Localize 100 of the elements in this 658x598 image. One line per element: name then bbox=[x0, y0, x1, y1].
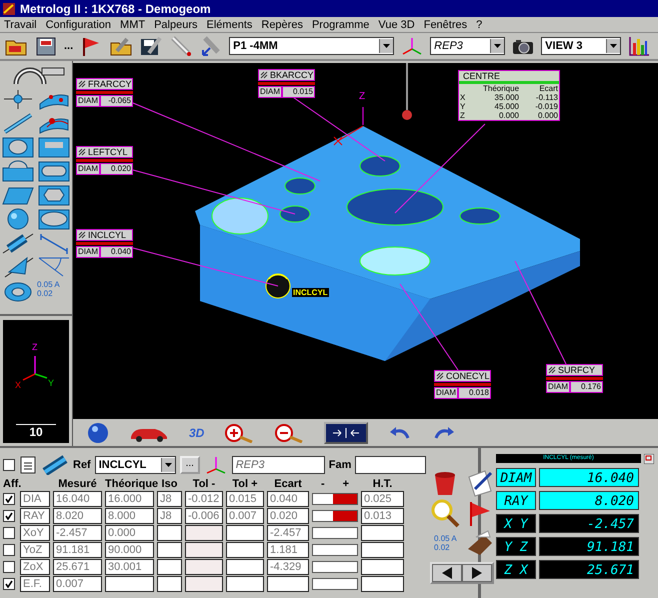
point-icon[interactable] bbox=[1, 88, 35, 111]
next-button[interactable] bbox=[462, 564, 492, 582]
checkbox[interactable] bbox=[3, 544, 15, 556]
feature-label: INCLCYL bbox=[292, 288, 329, 297]
menu-item[interactable]: Programme bbox=[312, 18, 370, 30]
checkbox[interactable] bbox=[3, 459, 15, 471]
table-cell: 0.013 bbox=[361, 508, 404, 524]
table-cell bbox=[267, 576, 309, 592]
zoom-out-icon[interactable] bbox=[274, 422, 304, 442]
readout-label[interactable]: X Y bbox=[496, 514, 536, 533]
menu-item[interactable]: ? bbox=[476, 18, 482, 30]
axis-line bbox=[362, 106, 364, 126]
checkbox[interactable] bbox=[3, 578, 15, 590]
column-header: Aff. bbox=[3, 478, 22, 490]
column-header: Ecart bbox=[273, 478, 303, 490]
checkbox[interactable] bbox=[3, 527, 15, 539]
table-cell: 8.000 bbox=[105, 508, 154, 524]
readout-label[interactable]: Y Z bbox=[496, 537, 536, 556]
tolerance-text: 0.05 A bbox=[37, 280, 61, 289]
table-cell-text: -0.019 bbox=[534, 102, 559, 111]
menu-item[interactable]: Travail bbox=[4, 18, 37, 30]
frame-field[interactable]: REP3 bbox=[232, 456, 325, 474]
arc-icon[interactable] bbox=[1, 160, 35, 183]
axis-label: Z bbox=[459, 111, 466, 120]
link-icon bbox=[78, 80, 86, 88]
document-icon[interactable] bbox=[19, 455, 37, 475]
panel-title: CENTRE bbox=[459, 71, 559, 84]
probe-dropdown[interactable]: P1 -4MM bbox=[229, 37, 394, 55]
parameter-label: DIAM bbox=[546, 381, 570, 393]
frame-dropdown[interactable]: REP3 bbox=[430, 37, 506, 55]
fam-field[interactable] bbox=[355, 456, 426, 474]
cylinder-icon bbox=[41, 455, 69, 475]
table-cell bbox=[361, 542, 404, 558]
tolerance-text: 0.02 bbox=[434, 543, 451, 552]
menu-item[interactable]: Repères bbox=[261, 18, 303, 30]
column-header: Iso bbox=[160, 478, 178, 490]
cylinder-icon[interactable] bbox=[1, 232, 35, 255]
parameter-value: 0.176 bbox=[570, 381, 603, 393]
axis-label: X bbox=[459, 93, 466, 102]
feature-name: CONECYL bbox=[446, 371, 490, 381]
fam-label: Fam bbox=[328, 459, 352, 471]
table-cell: 91.181 bbox=[53, 542, 102, 558]
line-icon[interactable] bbox=[1, 112, 35, 135]
table-cell bbox=[361, 559, 404, 575]
previous-button[interactable] bbox=[432, 564, 462, 582]
table-cell bbox=[226, 542, 264, 558]
axis-label: Z bbox=[32, 342, 38, 352]
menu-item[interactable]: Palpeurs bbox=[154, 18, 198, 30]
parameter-label: DIAM bbox=[434, 387, 458, 399]
parameter-label: DIAM bbox=[76, 95, 100, 107]
magnifier-icon[interactable] bbox=[430, 498, 460, 528]
probe-icon[interactable] bbox=[169, 35, 194, 57]
readout-label[interactable]: DIAM bbox=[496, 468, 536, 487]
table-cell: 90.000 bbox=[105, 542, 154, 558]
zoom-in-icon[interactable] bbox=[224, 422, 254, 442]
fit-view-button[interactable] bbox=[324, 422, 368, 444]
axis-label: Y bbox=[48, 378, 54, 388]
window-icon[interactable] bbox=[644, 454, 654, 464]
table-cell-text: 35.000 bbox=[494, 93, 520, 102]
menu-item[interactable]: Configuration bbox=[46, 18, 112, 30]
checkbox[interactable] bbox=[3, 561, 15, 573]
checkmark-icon bbox=[5, 495, 13, 503]
link-icon bbox=[78, 231, 86, 239]
slot-icon[interactable] bbox=[37, 136, 71, 159]
readout-value: 8.020 bbox=[539, 491, 639, 510]
folder-icon[interactable] bbox=[109, 35, 134, 57]
table-cell bbox=[185, 576, 223, 592]
readout-label[interactable]: RAY bbox=[496, 491, 536, 510]
checkbox[interactable] bbox=[3, 510, 15, 522]
more-button[interactable]: ... bbox=[64, 40, 74, 52]
menu-item[interactable]: Fenêtres bbox=[424, 18, 468, 30]
table-cell bbox=[226, 525, 264, 541]
left-arrow-icon bbox=[442, 567, 452, 579]
bar-chart-icon[interactable] bbox=[627, 35, 652, 57]
checkbox[interactable] bbox=[3, 493, 15, 505]
link-icon bbox=[260, 71, 268, 79]
menu-item[interactable]: Vue 3D bbox=[378, 18, 415, 30]
menu-item[interactable]: MMT bbox=[120, 18, 146, 30]
angle-icon[interactable] bbox=[37, 256, 71, 279]
link-icon bbox=[78, 148, 86, 156]
axis-label: Z bbox=[359, 91, 366, 102]
more-button[interactable]: ... bbox=[180, 456, 200, 474]
link-icon bbox=[436, 372, 444, 380]
caret-icon bbox=[383, 44, 390, 48]
table-cell: 0.040 bbox=[267, 491, 309, 507]
view-dropdown[interactable]: VIEW 3 bbox=[541, 37, 622, 55]
table-cell: 30.001 bbox=[105, 559, 154, 575]
feature-name: INCLCYL bbox=[88, 230, 126, 240]
reference-dropdown[interactable]: INCLCYL bbox=[94, 456, 176, 474]
sphere-icon[interactable] bbox=[87, 422, 109, 444]
table-cell bbox=[157, 576, 182, 592]
table-cell: -2.457 bbox=[267, 525, 309, 541]
oblong-icon[interactable] bbox=[37, 160, 71, 183]
table-cell: DIA bbox=[20, 491, 50, 507]
floppy-disk-icon[interactable] bbox=[139, 35, 164, 57]
readout-label[interactable]: Z X bbox=[496, 560, 536, 579]
right-arrow-icon bbox=[472, 567, 482, 579]
fit-arrows-icon bbox=[331, 426, 362, 438]
table-cell: 0.007 bbox=[53, 576, 102, 592]
menu-item[interactable]: Eléments bbox=[206, 18, 252, 30]
